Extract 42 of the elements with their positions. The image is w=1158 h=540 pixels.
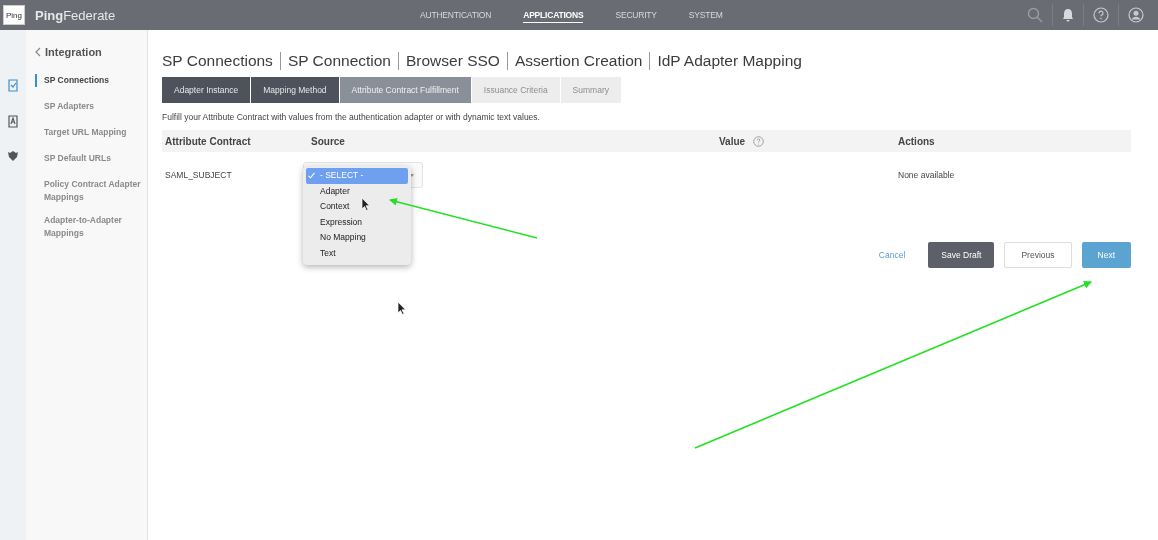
brand-name: PingFederate [35,7,116,23]
connection-icon[interactable] [7,78,19,92]
dropdown-option[interactable]: Expression [306,214,408,230]
breadcrumb-item[interactable]: SP Connection [287,52,391,70]
shield-icon[interactable] [7,150,19,162]
breadcrumb-item[interactable]: SP Connections [162,52,273,70]
help-icon[interactable] [1093,7,1109,23]
breadcrumb-item[interactable]: Assertion Creation [514,52,643,70]
cursor-icon [397,301,406,315]
step-tab[interactable]: Mapping Method [251,77,339,103]
breadcrumb-item[interactable]: Browser SSO [406,52,500,70]
save-draft-button[interactable]: Save Draft [928,242,995,268]
step-tab: Summary [560,77,621,103]
dropdown-option[interactable]: No Mapping [306,230,408,246]
help-icon[interactable] [753,135,765,147]
search-icon[interactable] [1027,7,1043,23]
nav-tab[interactable]: SYSTEM [688,7,723,23]
dropdown-option[interactable]: Text [306,245,408,261]
step-tab[interactable]: Adapter Instance [162,77,251,103]
column-header: Source [311,135,345,147]
bell-icon[interactable] [1062,8,1074,22]
previous-button[interactable]: Previous [1004,242,1072,268]
table-cell: SAML_SUBJECT [165,170,232,180]
dropdown-option[interactable]: Context [306,199,408,215]
dropdown-option[interactable]: Adapter [306,183,408,199]
nav-tab[interactable]: APPLICATIONS [523,7,584,23]
description-text: Fulfill your Attribute Contract with values from the authentication adapter or with dynamic text values. [162,112,541,122]
adapter-icon[interactable] [7,114,19,128]
user-icon[interactable] [1128,7,1144,23]
table-cell: None available [898,170,955,180]
column-header: Attribute Contract [165,135,251,147]
column-header: Value [719,135,746,147]
breadcrumb-item: IdP Adapter Mapping [657,52,802,70]
logo: Ping [3,5,25,25]
cursor-icon [361,197,370,211]
step-tab: Issuance Criteria [471,77,560,103]
sidebar-item[interactable]: SP Connections [35,74,147,87]
chevron-left-icon[interactable] [35,47,41,57]
back-link[interactable]: Integration [45,46,102,58]
column-header: Actions [898,135,935,147]
nav-tab[interactable]: AUTHENTICATION [420,7,492,23]
nav-tab[interactable]: SECURITY [615,7,657,23]
